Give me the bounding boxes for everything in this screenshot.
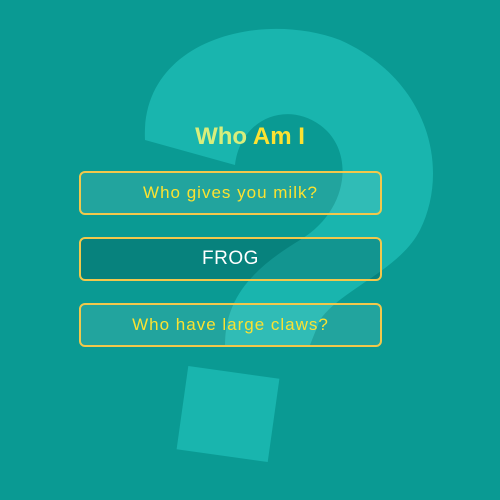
answer-option-3[interactable]: Who have large claws? xyxy=(79,303,382,347)
answer-option-label: Who have large claws? xyxy=(132,315,329,334)
title-word-who: Who xyxy=(195,123,248,150)
answer-option-label: Who gives you milk? xyxy=(143,183,318,202)
question-mark-dot xyxy=(176,366,280,462)
title-words-am-i: Am I xyxy=(252,123,305,150)
answer-option-1[interactable]: Who gives you milk? xyxy=(79,171,382,215)
answer-option-2-selected[interactable]: FROG xyxy=(79,237,382,281)
game-screen: Who Am I Who gives you milk? FROG Who ha… xyxy=(0,0,500,500)
answer-option-label: FROG xyxy=(202,248,259,269)
page-title: Who Am I xyxy=(0,120,500,154)
